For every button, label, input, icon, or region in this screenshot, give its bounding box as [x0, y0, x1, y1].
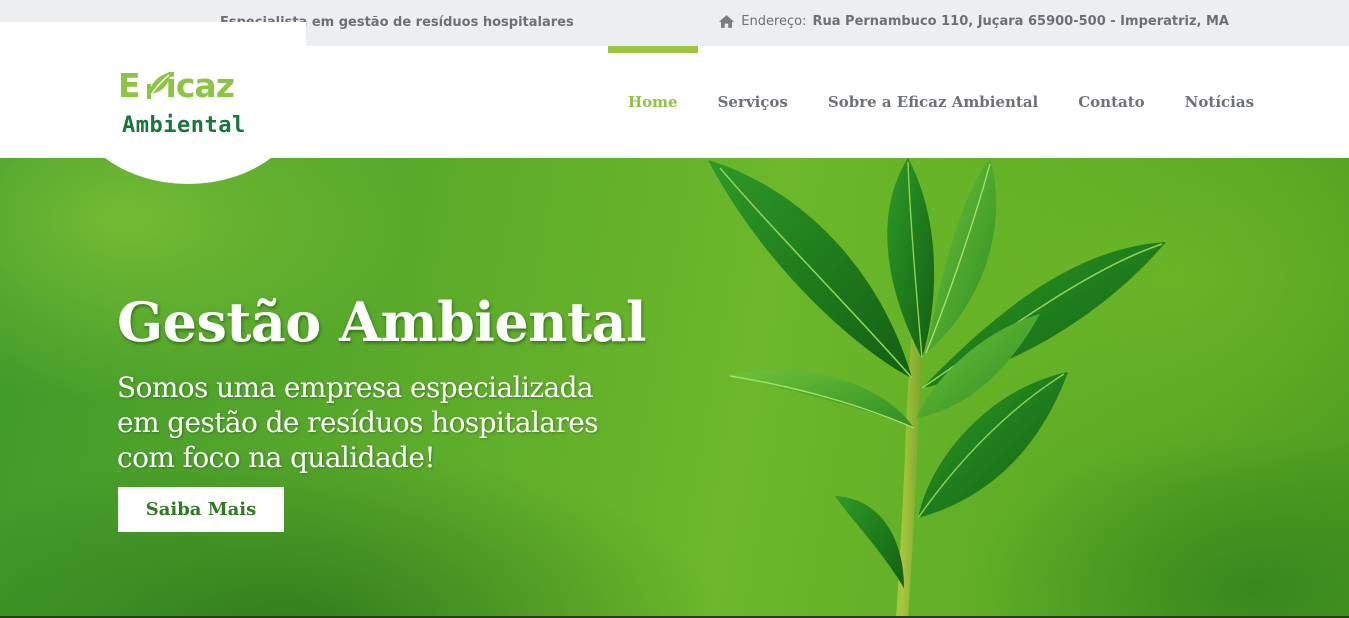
address-prefix: Endereço: — [741, 14, 807, 29]
saiba-mais-button[interactable]: Saiba Mais — [118, 487, 284, 532]
hero-text-line: com foco na qualidade! — [117, 441, 436, 474]
hero-title: Gestão Ambiental — [117, 290, 647, 354]
logo-line1: Eicaz — [118, 66, 235, 105]
address: Endereço: Rua Pernambuco 110, Juçara 659… — [718, 14, 1229, 29]
home-icon — [719, 15, 735, 28]
logo-line2: Ambiental — [122, 113, 246, 138]
logo[interactable]: Eicaz Ambiental — [118, 68, 268, 140]
nav-item-home[interactable]: Home — [608, 46, 698, 158]
plant-image — [708, 158, 1166, 618]
hero-banner: Gestão Ambiental Somos uma empresa espec… — [0, 158, 1349, 618]
nav-item-servicos[interactable]: Serviços — [698, 46, 808, 158]
leaf-icon — [147, 72, 171, 99]
hero-text-line: Somos uma empresa especializada — [117, 371, 594, 404]
main-nav: Home Serviços Sobre a Eficaz Ambiental C… — [608, 46, 1274, 158]
nav-item-noticias[interactable]: Notícias — [1165, 46, 1274, 158]
address-value: Rua Pernambuco 110, Juçara 65900-500 - I… — [812, 14, 1229, 29]
hero-description: Somos uma empresa especializada em gestã… — [117, 370, 677, 475]
hero-text-line: em gestão de resíduos hospitalares — [117, 406, 599, 439]
nav-item-contato[interactable]: Contato — [1058, 46, 1164, 158]
nav-item-sobre[interactable]: Sobre a Eficaz Ambiental — [808, 46, 1058, 158]
